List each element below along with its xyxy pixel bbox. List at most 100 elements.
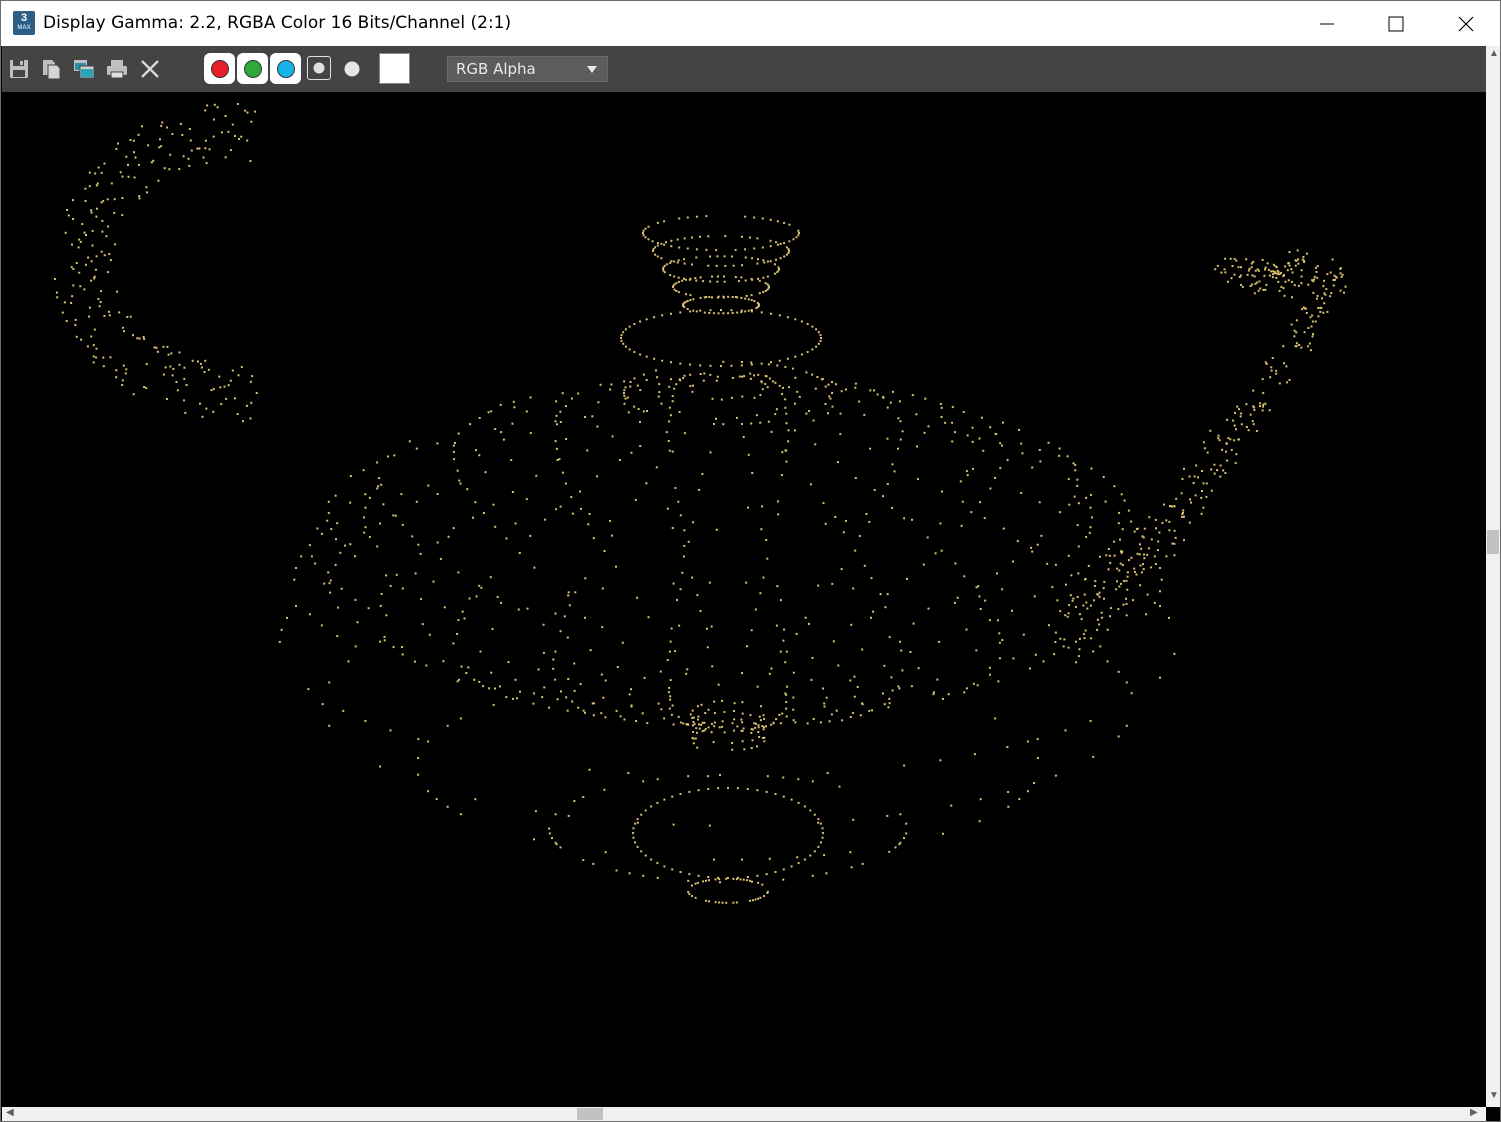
point-cloud-dot	[759, 719, 762, 722]
point-cloud-dot	[88, 306, 91, 309]
blue-channel-toggle[interactable]	[270, 53, 301, 84]
point-cloud-dot	[566, 709, 569, 712]
point-cloud-dot	[74, 323, 77, 326]
point-cloud-dot	[376, 545, 379, 548]
point-cloud-dot	[1047, 441, 1050, 444]
green-channel-toggle[interactable]	[237, 53, 268, 84]
point-cloud-dot	[143, 386, 146, 388]
point-cloud-dot	[911, 518, 913, 521]
point-cloud-dot	[812, 419, 815, 422]
point-cloud-dot	[1316, 265, 1319, 268]
point-cloud-dot	[446, 805, 449, 808]
point-cloud-dot	[1059, 637, 1062, 640]
point-cloud-dot	[457, 432, 460, 435]
point-cloud-dot	[1295, 345, 1298, 348]
point-cloud-dot	[529, 432, 532, 435]
clear-image-button[interactable]	[136, 55, 164, 83]
point-cloud-dot	[763, 740, 766, 743]
clone-window-button[interactable]	[70, 55, 98, 83]
point-cloud-dot	[741, 721, 744, 724]
point-cloud-dot	[891, 689, 894, 692]
point-cloud-dot	[171, 133, 174, 135]
point-cloud-dot	[468, 597, 471, 600]
point-cloud-dot	[627, 411, 630, 414]
point-cloud-dot	[556, 423, 558, 426]
point-cloud-dot	[376, 487, 379, 490]
point-cloud-dot	[715, 379, 718, 382]
point-cloud-dot	[1087, 564, 1090, 567]
point-cloud-dot	[916, 445, 918, 448]
point-cloud-dot	[794, 318, 797, 321]
close-button[interactable]	[1431, 1, 1501, 46]
point-cloud-dot	[819, 721, 822, 724]
print-image-button[interactable]	[103, 55, 131, 83]
point-cloud-dot	[656, 242, 659, 245]
vertical-scroll-thumb[interactable]	[1487, 530, 1499, 554]
save-image-button[interactable]	[5, 55, 33, 83]
point-cloud-dot	[1159, 590, 1161, 593]
point-cloud-dot	[668, 686, 671, 689]
point-cloud-dot	[861, 648, 864, 651]
point-cloud-dot	[604, 679, 607, 682]
point-cloud-dot	[844, 388, 847, 391]
point-cloud-dot	[715, 264, 718, 267]
point-cloud-dot	[775, 718, 778, 721]
red-channel-toggle[interactable]	[204, 53, 235, 84]
point-cloud-dot	[340, 587, 343, 590]
scroll-down-icon[interactable]: ▼	[1489, 1090, 1499, 1101]
point-cloud-dot	[709, 280, 712, 283]
point-cloud-dot	[831, 381, 833, 383]
point-cloud-dot	[84, 263, 87, 266]
horizontal-scrollbar[interactable]: ◀ ▶	[2, 1107, 1486, 1121]
point-cloud-dot	[682, 377, 685, 380]
vertical-scrollbar[interactable]: ▲ ▼	[1486, 46, 1500, 1107]
scroll-up-icon[interactable]: ▲	[1489, 48, 1499, 59]
display-alpha-button[interactable]	[307, 56, 331, 80]
point-cloud-dot	[106, 198, 109, 201]
point-cloud-dot	[137, 163, 140, 166]
point-cloud-dot	[850, 866, 853, 869]
point-cloud-dot	[870, 577, 873, 580]
point-cloud-dot	[634, 841, 637, 844]
monochrome-button[interactable]	[338, 55, 366, 83]
channel-display-dropdown[interactable]: RGB Alpha	[447, 56, 608, 82]
point-cloud-dot	[686, 247, 689, 250]
scroll-left-icon[interactable]: ◀	[6, 1107, 14, 1118]
point-cloud-dot	[1125, 579, 1128, 582]
horizontal-scroll-thumb[interactable]	[577, 1108, 603, 1120]
scroll-right-icon[interactable]: ▶	[1470, 1107, 1478, 1118]
title-bar[interactable]: 3 MAX Display Gamma: 2.2, RGBA Color 16 …	[1, 1, 1500, 46]
copy-image-button[interactable]	[37, 55, 65, 83]
copy-icon	[43, 60, 61, 80]
point-cloud-dot	[582, 709, 585, 712]
point-cloud-dot	[805, 412, 808, 415]
point-cloud-dot	[615, 565, 617, 568]
point-cloud-dot	[1168, 505, 1171, 508]
point-cloud-dot	[1261, 378, 1264, 381]
point-cloud-dot	[707, 726, 710, 729]
point-cloud-dot	[773, 272, 776, 275]
point-cloud-dot	[56, 296, 59, 299]
point-cloud-dot	[603, 788, 606, 791]
point-cloud-dot	[670, 245, 673, 248]
point-cloud-dot	[1291, 296, 1293, 299]
point-cloud-dot	[543, 686, 546, 689]
maximize-button[interactable]	[1361, 1, 1431, 46]
point-cloud-dot	[1339, 272, 1342, 275]
point-cloud-dot	[744, 248, 747, 251]
point-cloud-dot	[781, 712, 784, 715]
point-cloud-dot	[769, 245, 772, 248]
point-cloud-dot	[224, 156, 227, 159]
point-cloud-dot	[979, 798, 982, 801]
point-cloud-dot	[1213, 463, 1216, 466]
render-viewport[interactable]	[2, 92, 1486, 1107]
minimize-button[interactable]	[1292, 1, 1362, 46]
point-cloud-dot	[363, 516, 365, 519]
point-cloud-dot	[849, 679, 852, 682]
point-cloud-dot	[727, 787, 729, 789]
point-cloud-dot	[679, 871, 682, 873]
point-cloud-dot	[106, 271, 109, 274]
color-swatch[interactable]	[379, 53, 410, 84]
point-cloud-dot	[757, 731, 760, 733]
point-cloud-dot	[443, 606, 446, 609]
